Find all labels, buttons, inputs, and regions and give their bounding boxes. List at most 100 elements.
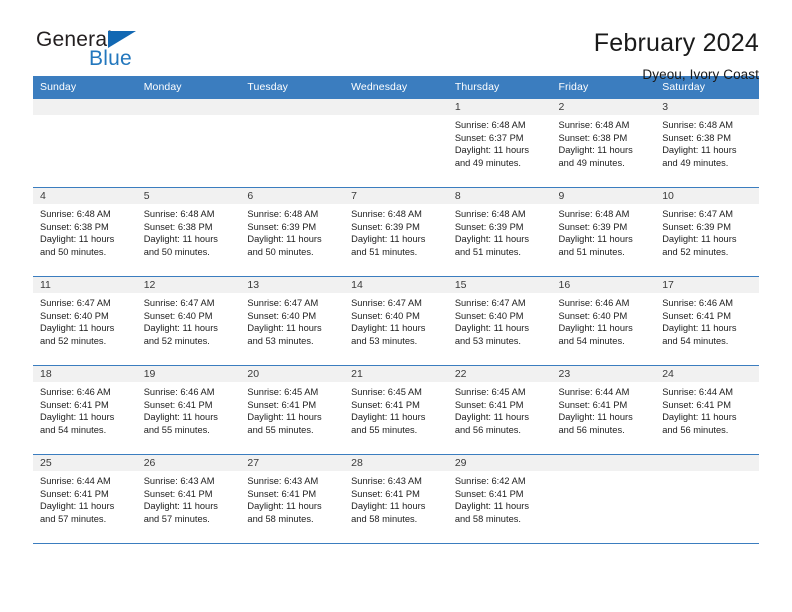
daylight-text: Daylight: 11 hours <box>40 412 115 423</box>
weekday-header-sunday: Sunday <box>33 76 137 99</box>
day-number: 21 <box>344 366 448 382</box>
daylight-text: Daylight: 11 hours <box>351 501 426 512</box>
daylight-text: Daylight: 11 hours <box>662 145 737 156</box>
calendar-day-cell[interactable]: 7 Sunrise: 6:48 AM Sunset: 6:39 PM Daylight… <box>344 187 448 277</box>
day-details: Sunrise: 6:46 AM Sunset: 6:41 PM Daylight:… <box>655 293 759 347</box>
sunrise-text: Sunrise: 6:46 AM <box>558 298 630 308</box>
calendar-body: 1 Sunrise: 6:48 AM Sunset: 6:37 PM Daylight… <box>33 99 759 544</box>
day-cell-inner <box>344 99 448 187</box>
calendar-day-cell[interactable]: 18 Sunrise: 6:46 AM Sunset: 6:41 PM Dayligh… <box>33 365 137 455</box>
daylight-text: Daylight: 11 hours <box>247 323 322 334</box>
calendar-day-cell[interactable]: 14 Sunrise: 6:47 AM Sunset: 6:40 PM Dayligh… <box>344 276 448 366</box>
day-details: Sunrise: 6:43 AM Sunset: 6:41 PM Daylight:… <box>240 471 344 525</box>
daylight-text-cont: and 55 minutes. <box>143 424 210 435</box>
calendar-day-cell[interactable]: 19 Sunrise: 6:46 AM Sunset: 6:41 PM Dayligh… <box>136 365 241 455</box>
day-cell-inner <box>551 455 656 543</box>
weekday-header-wednesday: Wednesday <box>344 76 448 99</box>
sunset-text: Sunset: 6:41 PM <box>351 488 420 499</box>
brand-name-blue: Blue <box>89 47 132 70</box>
daylight-text-cont: and 50 minutes. <box>40 246 107 257</box>
day-number: 3 <box>655 99 759 115</box>
calendar-day-cell[interactable]: 23 Sunrise: 6:44 AM Sunset: 6:41 PM Dayligh… <box>551 365 656 455</box>
day-number: 8 <box>447 188 552 204</box>
sunrise-text: Sunrise: 6:47 AM <box>143 298 215 308</box>
sunset-text: Sunset: 6:39 PM <box>247 221 317 232</box>
calendar-day-cell[interactable]: 21 Sunrise: 6:45 AM Sunset: 6:41 PM Dayligh… <box>344 365 448 455</box>
calendar-day-cell[interactable]: 8 Sunrise: 6:48 AM Sunset: 6:39 PM Daylight… <box>447 187 552 277</box>
sunset-text: Sunset: 6:41 PM <box>143 399 213 410</box>
calendar-day-cell[interactable]: 4 Sunrise: 6:48 AM Sunset: 6:38 PM Daylight… <box>33 187 137 277</box>
daylight-text-cont: and 56 minutes. <box>558 424 625 435</box>
calendar-day-cell <box>136 99 241 188</box>
day-number: 7 <box>344 188 448 204</box>
calendar-day-cell[interactable]: 5 Sunrise: 6:48 AM Sunset: 6:38 PM Daylight… <box>136 187 241 277</box>
day-number: 24 <box>655 366 759 382</box>
sunset-text: Sunset: 6:40 PM <box>558 310 628 321</box>
day-number: 25 <box>33 455 137 471</box>
daylight-text-cont: and 57 minutes. <box>143 513 210 524</box>
calendar-day-cell[interactable]: 29 Sunrise: 6:42 AM Sunset: 6:41 PM Dayligh… <box>447 454 552 544</box>
calendar-day-cell[interactable]: 16 Sunrise: 6:46 AM Sunset: 6:40 PM Dayligh… <box>551 276 656 366</box>
sunrise-text: Sunrise: 6:47 AM <box>454 298 526 308</box>
calendar-day-cell[interactable]: 3 Sunrise: 6:48 AM Sunset: 6:38 PM Daylight… <box>655 99 759 188</box>
day-cell-inner <box>33 99 137 187</box>
daylight-text: Daylight: 11 hours <box>454 501 530 512</box>
day-cell-inner: 15 Sunrise: 6:47 AM Sunset: 6:40 PM Dayligh… <box>447 277 552 365</box>
calendar-day-cell[interactable]: 9 Sunrise: 6:48 AM Sunset: 6:39 PM Daylight… <box>551 187 656 277</box>
calendar-day-cell[interactable]: 27 Sunrise: 6:43 AM Sunset: 6:41 PM Dayligh… <box>240 454 345 544</box>
daylight-text: Daylight: 11 hours <box>351 323 426 334</box>
day-cell-inner: 11 Sunrise: 6:47 AM Sunset: 6:40 PM Dayligh… <box>33 277 137 365</box>
day-number: 10 <box>655 188 759 204</box>
calendar-day-cell[interactable]: 24 Sunrise: 6:44 AM Sunset: 6:41 PM Dayligh… <box>655 365 759 455</box>
daylight-text-cont: and 53 minutes. <box>247 335 314 346</box>
sunrise-text: Sunrise: 6:44 AM <box>40 476 111 486</box>
sunset-text: Sunset: 6:38 PM <box>40 221 109 232</box>
day-details: Sunrise: 6:46 AM Sunset: 6:41 PM Daylight:… <box>137 382 241 436</box>
sunset-text: Sunset: 6:39 PM <box>662 221 731 232</box>
day-number: 6 <box>240 188 345 204</box>
day-number: 2 <box>551 99 656 115</box>
day-cell-inner: 3 Sunrise: 6:48 AM Sunset: 6:38 PM Daylight… <box>655 99 759 187</box>
day-number: 9 <box>551 188 656 204</box>
calendar-day-cell[interactable]: 22 Sunrise: 6:45 AM Sunset: 6:41 PM Dayligh… <box>447 365 552 455</box>
daylight-text: Daylight: 11 hours <box>558 323 633 334</box>
day-details: Sunrise: 6:47 AM Sunset: 6:40 PM Daylight:… <box>240 293 344 347</box>
calendar-day-cell[interactable]: 20 Sunrise: 6:45 AM Sunset: 6:41 PM Dayligh… <box>240 365 345 455</box>
day-number: 22 <box>447 366 552 382</box>
triangle-flag-icon <box>108 31 136 48</box>
calendar-day-cell[interactable]: 28 Sunrise: 6:43 AM Sunset: 6:41 PM Dayligh… <box>344 454 448 544</box>
calendar-table: Sunday Monday Tuesday Wednesday Thursday… <box>33 76 759 544</box>
day-cell-inner: 29 Sunrise: 6:42 AM Sunset: 6:41 PM Dayligh… <box>447 455 552 543</box>
calendar-day-cell[interactable]: 11 Sunrise: 6:47 AM Sunset: 6:40 PM Dayligh… <box>33 276 137 366</box>
daylight-text: Daylight: 11 hours <box>454 412 530 423</box>
brand-logo[interactable]: General Blue <box>33 28 233 76</box>
day-cell-inner: 4 Sunrise: 6:48 AM Sunset: 6:38 PM Daylight… <box>33 188 137 276</box>
calendar-day-cell[interactable]: 17 Sunrise: 6:46 AM Sunset: 6:41 PM Dayligh… <box>655 276 759 366</box>
calendar-day-cell[interactable]: 10 Sunrise: 6:47 AM Sunset: 6:39 PM Dayligh… <box>655 187 759 277</box>
day-details: Sunrise: 6:47 AM Sunset: 6:40 PM Daylight:… <box>33 293 137 347</box>
daylight-text-cont: and 51 minutes. <box>351 246 418 257</box>
calendar-day-cell[interactable]: 13 Sunrise: 6:47 AM Sunset: 6:40 PM Dayligh… <box>240 276 345 366</box>
day-cell-inner <box>136 99 241 187</box>
day-number: 1 <box>447 99 552 115</box>
calendar-day-cell[interactable]: 26 Sunrise: 6:43 AM Sunset: 6:41 PM Dayligh… <box>136 454 241 544</box>
calendar-day-cell[interactable]: 2 Sunrise: 6:48 AM Sunset: 6:38 PM Daylight… <box>551 99 656 188</box>
sunset-text: Sunset: 6:40 PM <box>454 310 524 321</box>
calendar-day-cell[interactable]: 6 Sunrise: 6:48 AM Sunset: 6:39 PM Daylight… <box>240 187 345 277</box>
sunset-text: Sunset: 6:41 PM <box>662 310 731 321</box>
day-details: Sunrise: 6:48 AM Sunset: 6:38 PM Daylight:… <box>137 204 241 258</box>
daylight-text-cont: and 56 minutes. <box>662 424 729 435</box>
calendar-day-cell[interactable]: 1 Sunrise: 6:48 AM Sunset: 6:37 PM Daylight… <box>447 99 552 188</box>
title-block: February 2024 Dyeou, Ivory Coast <box>594 28 759 84</box>
day-cell-inner: 9 Sunrise: 6:48 AM Sunset: 6:39 PM Daylight… <box>551 188 656 276</box>
daylight-text-cont: and 49 minutes. <box>558 157 625 168</box>
page-header: General Blue February 2024 Dyeou, Ivory … <box>33 0 759 82</box>
calendar-day-cell[interactable]: 15 Sunrise: 6:47 AM Sunset: 6:40 PM Dayligh… <box>447 276 552 366</box>
day-cell-inner: 13 Sunrise: 6:47 AM Sunset: 6:40 PM Dayligh… <box>240 277 345 365</box>
daylight-text: Daylight: 11 hours <box>558 145 633 156</box>
calendar-day-cell[interactable]: 12 Sunrise: 6:47 AM Sunset: 6:40 PM Dayligh… <box>136 276 241 366</box>
daylight-text: Daylight: 11 hours <box>40 501 115 512</box>
calendar-day-cell <box>344 99 448 188</box>
sunrise-text: Sunrise: 6:44 AM <box>662 387 734 397</box>
calendar-day-cell[interactable]: 25 Sunrise: 6:44 AM Sunset: 6:41 PM Dayligh… <box>33 454 137 544</box>
